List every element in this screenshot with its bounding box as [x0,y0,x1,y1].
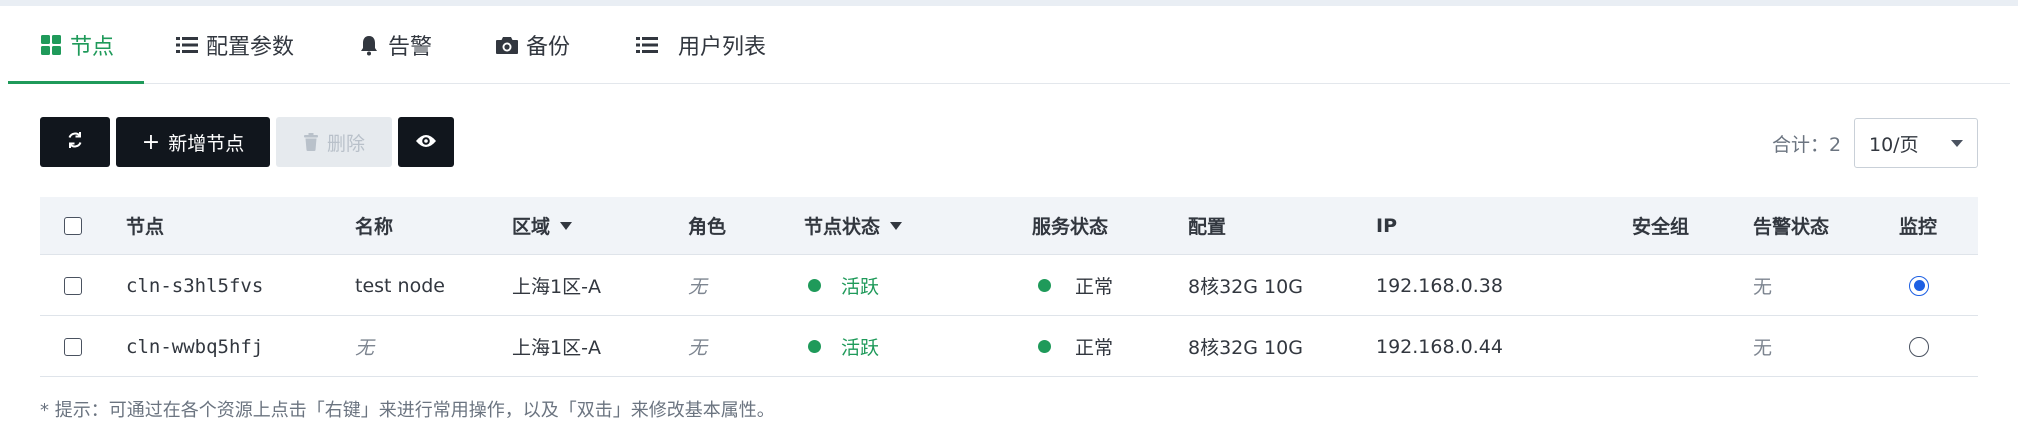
grid-icon [38,32,64,58]
node-ip: 192.168.0.38 [1376,274,1503,297]
service-status: 正常 [1038,317,1113,376]
tab-alarms[interactable]: 告警 [356,6,432,84]
tab-label: 用户列表 [678,35,767,60]
header-node-status[interactable]: 节点状态 [804,197,903,254]
header-zone[interactable]: 区域 [512,197,573,254]
tab-config-params[interactable]: 配置参数 [174,6,294,84]
row-checkbox[interactable] [64,276,82,295]
trash-icon [303,133,319,151]
header-config[interactable]: 配置 [1188,197,1226,254]
table-row[interactable]: cln-s3hl5fvs test node 上海1区-A 无 活跃 正常 8核… [40,256,1978,316]
status-dot-icon [1038,279,1051,292]
node-id[interactable]: cln-s3hl5fvs [126,256,263,315]
row-select-cell [64,256,82,315]
monitor-cell [1909,317,1929,376]
tab-label: 备份 [526,35,571,60]
node-status: 活跃 [808,317,879,376]
tab-bar: 节点 配置参数 告警 备份 用户列表 [8,6,2010,84]
service-status-text: 正常 [1075,337,1114,359]
table-header: 节点 名称 区域 角色 节点状态 服务状态 配置 IP 安全组 告警状态 监控 [40,197,1978,255]
row-select-cell [64,317,82,376]
node-name: test node [355,274,445,297]
delete-button[interactable]: 删除 [276,117,392,167]
header-service-status[interactable]: 服务状态 [1032,197,1108,254]
node-config: 8核32G 10G [1188,276,1303,298]
node-alarm-status: 无 [1753,276,1773,298]
tab-label: 告警 [388,35,433,60]
add-node-button[interactable]: + 新增节点 [116,117,270,167]
node-role: 无 [688,337,708,359]
node-status-text: 活跃 [841,337,880,359]
header-zone-label: 区域 [512,216,551,238]
node-status: 活跃 [808,256,879,315]
camera-icon [494,32,520,58]
table-row[interactable]: cln-wwbq5hfj 无 上海1区-A 无 活跃 正常 8核32G 10G … [40,317,1978,377]
usage-hint: * 提示：可通过在各个资源上点击「右键」来进行常用操作，以及「双击」来修改基本属… [40,400,775,421]
status-dot-icon [808,279,821,292]
tab-label: 配置参数 [206,35,295,60]
list-icon [634,32,660,58]
header-security-group[interactable]: 安全组 [1632,197,1689,254]
filter-caret-icon[interactable] [890,221,903,230]
node-ip: 192.168.0.44 [1376,335,1503,358]
add-node-label: 新增节点 [168,132,245,155]
monitor-radio[interactable] [1909,275,1929,296]
active-tab-indicator [8,81,144,84]
status-dot-icon [1038,340,1051,353]
nodes-panel: 节点 配置参数 告警 备份 用户列表 + 新增节点 删除 合计：2 10/页 节… [0,6,2018,432]
header-role[interactable]: 角色 [688,197,726,254]
delete-label: 删除 [326,132,365,155]
refresh-icon [65,130,85,155]
select-all-checkbox[interactable] [64,216,82,235]
tab-user-list[interactable]: 用户列表 [634,6,766,84]
tab-nodes[interactable]: 节点 [38,6,114,84]
service-status: 正常 [1038,256,1113,315]
node-id[interactable]: cln-wwbq5hfj [126,317,263,376]
page-size-select[interactable]: 10/页 [1854,118,1978,168]
monitor-radio[interactable] [1909,336,1929,357]
monitor-cell [1909,256,1929,315]
toggle-view-button[interactable] [398,117,454,167]
filter-caret-icon[interactable] [560,221,573,230]
tab-backups[interactable]: 备份 [494,6,570,84]
bell-icon [356,32,382,58]
select-all-cell [64,197,82,254]
node-name: 无 [355,337,375,359]
page-size-value: 10/页 [1869,133,1919,156]
refresh-button[interactable] [40,117,110,167]
header-name[interactable]: 名称 [355,197,393,254]
header-node-status-label: 节点状态 [804,216,881,238]
node-zone: 上海1区-A [512,337,601,359]
node-status-text: 活跃 [841,276,880,298]
header-monitor[interactable]: 监控 [1899,197,1937,254]
plus-icon: + [141,129,161,155]
header-node[interactable]: 节点 [126,197,164,254]
node-zone: 上海1区-A [512,276,601,298]
header-ip[interactable]: IP [1376,197,1397,254]
tab-label: 节点 [70,35,115,60]
eye-icon [415,131,437,153]
chevron-down-icon [1951,140,1963,147]
service-status-text: 正常 [1075,276,1114,298]
list-icon [174,32,200,58]
node-role: 无 [688,276,708,298]
total-count: 合计：2 [1772,134,1842,156]
node-alarm-status: 无 [1753,337,1773,359]
status-dot-icon [808,340,821,353]
node-config: 8核32G 10G [1188,337,1303,359]
row-checkbox[interactable] [64,337,82,356]
header-alarm-status[interactable]: 告警状态 [1753,197,1829,254]
